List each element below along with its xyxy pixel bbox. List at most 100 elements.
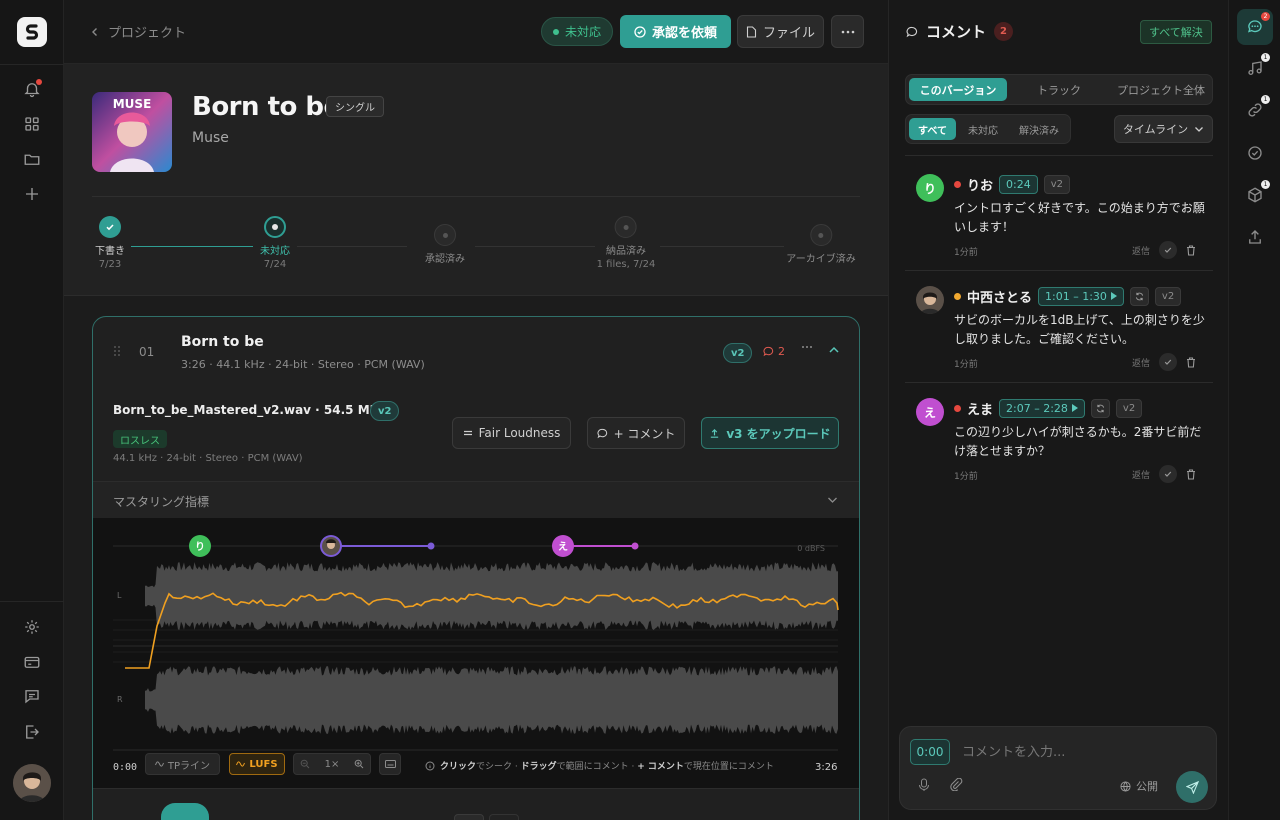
reply-button[interactable]: 返信	[1132, 244, 1150, 257]
hint-drag: ドラッグ	[520, 762, 557, 772]
zoom-control: 1×	[293, 753, 371, 775]
release-artist[interactable]: Muse	[192, 130, 229, 146]
check-rail-icon[interactable]	[1237, 135, 1273, 171]
link-rail-icon[interactable]: 1	[1237, 92, 1273, 128]
settings-icon[interactable]	[20, 615, 44, 639]
folder-icon[interactable]	[20, 147, 44, 171]
rail-badge: 2	[1261, 12, 1270, 21]
workflow-step-draft[interactable]: 下書き 7/23	[95, 216, 125, 270]
comment-marker-ema[interactable]: え	[552, 535, 574, 557]
comment-marker-rio[interactable]: り	[189, 535, 211, 557]
back-to-projects[interactable]: プロジェクト	[90, 22, 186, 41]
lufs-toggle[interactable]: LUFS	[229, 753, 285, 775]
collapse-chevron-icon[interactable]	[828, 345, 840, 355]
refresh-icon[interactable]	[1129, 286, 1149, 306]
track-version-badge[interactable]: v2	[723, 343, 753, 363]
attachment-icon[interactable]	[950, 778, 963, 791]
microphone-icon[interactable]	[918, 778, 930, 792]
billing-icon[interactable]	[20, 650, 44, 674]
range-end-handle[interactable]	[631, 542, 639, 550]
composer-timestamp[interactable]: 0:00	[910, 739, 950, 765]
upload-v3-button[interactable]: v3 をアップロード	[701, 417, 839, 449]
tab-this-version[interactable]: このバージョン	[909, 78, 1007, 101]
workflow-step-delivered[interactable]: 納品済み 1 files, 7/24	[596, 216, 656, 270]
comment-item[interactable]: 中西さとる 1:01 – 1:30 v2 サビのボーカルを1dB上げて、上の刺さ…	[905, 270, 1213, 376]
track-comment-count[interactable]: 2	[763, 345, 785, 358]
control-chip[interactable]	[489, 814, 519, 820]
keyboard-icon[interactable]	[379, 753, 401, 775]
zoom-in-icon[interactable]	[354, 759, 364, 769]
upload-rail-icon[interactable]	[1237, 219, 1273, 255]
file-name: Born_to_be_Mastered_v2.wav · 54.5 MB	[113, 403, 379, 417]
feedback-icon[interactable]	[20, 684, 44, 708]
reply-button[interactable]: 返信	[1132, 356, 1150, 369]
resolve-check-icon[interactable]	[1159, 353, 1178, 371]
file-version-badge: v2	[370, 401, 400, 421]
resolve-check-icon[interactable]	[1159, 465, 1178, 483]
comment-actions: 返信	[1132, 465, 1196, 483]
waveform-svg[interactable]: 0 dBFS L R り え	[93, 518, 860, 788]
request-approval-button[interactable]: 承認を依頼	[620, 15, 732, 48]
more-button[interactable]	[831, 15, 864, 48]
app-logo[interactable]	[17, 17, 47, 47]
user-avatar[interactable]	[13, 764, 51, 802]
trash-icon[interactable]	[1186, 468, 1196, 480]
workflow-step-approved[interactable]: 承認済み	[425, 224, 465, 265]
tab-track[interactable]: トラック	[1010, 78, 1108, 101]
comment-marker-nakanishi[interactable]	[320, 535, 342, 557]
equals-icon	[463, 430, 472, 436]
play-button[interactable]	[161, 803, 209, 820]
fair-loudness-button[interactable]: Fair Loudness	[452, 417, 571, 449]
comment-item[interactable]: え えま 2:07 – 2:28 v2 この辺り少しハイが刺さるかも。2番サビ前…	[905, 382, 1213, 488]
status-badge[interactable]: 未対応	[541, 17, 614, 46]
comment-input[interactable]: コメントを入力...	[962, 741, 1065, 760]
file-button[interactable]: ファイル	[737, 15, 824, 48]
mastering-metrics-toggle[interactable]: マスタリング指標	[93, 481, 859, 518]
logout-icon[interactable]	[20, 720, 44, 744]
file-meta: 44.1 kHz · 24-bit · Stereo · PCM (WAV)	[113, 453, 303, 464]
resolve-all-button[interactable]: すべて解決	[1140, 20, 1212, 44]
workflow-step-archived[interactable]: アーカイブ済み	[786, 224, 856, 265]
step-dot-icon	[810, 224, 832, 246]
track-name: Born to be	[181, 334, 264, 350]
trash-icon[interactable]	[1186, 356, 1196, 368]
channel-left-label: L	[117, 591, 122, 600]
timestamp-pill[interactable]: 0:24	[999, 174, 1038, 194]
trash-icon[interactable]	[1186, 244, 1196, 256]
timestamp-pill[interactable]: 1:01 – 1:30	[1038, 286, 1124, 306]
rail-divider	[0, 64, 64, 65]
metrics-label: マスタリング指標	[113, 495, 210, 509]
package-rail-icon[interactable]: 1	[1237, 177, 1273, 213]
track-header[interactable]: 01 Born to be 3:26 · 44.1 kHz · 24-bit ·…	[93, 317, 859, 387]
notifications-icon[interactable]	[20, 77, 44, 101]
timestamp-pill[interactable]: 2:07 – 2:28	[999, 398, 1085, 418]
release-title: Born to be	[192, 92, 341, 122]
marker-initial: り	[195, 541, 205, 553]
reply-button[interactable]: 返信	[1132, 468, 1150, 481]
add-icon[interactable]	[20, 182, 44, 206]
tp-line-toggle[interactable]: TPライン	[145, 753, 220, 775]
grid-icon[interactable]	[20, 112, 44, 136]
workflow-step-pending[interactable]: 未対応 7/24	[260, 216, 290, 270]
filter-all[interactable]: すべて	[909, 118, 956, 140]
drag-handle-icon[interactable]	[113, 345, 121, 357]
tab-whole-project[interactable]: プロジェクト全体	[1111, 78, 1211, 101]
zoom-out-icon[interactable]	[300, 759, 310, 769]
filter-unresolved[interactable]: 未対応	[958, 118, 1008, 140]
track-more-icon[interactable]	[801, 345, 813, 349]
visibility-select[interactable]: 公開	[1120, 778, 1158, 794]
comment-item[interactable]: り りお 0:24 v2 イントロすごく好きです。この始まり方でお願いします！ …	[905, 158, 1213, 264]
cover-art[interactable]: MUSE	[92, 92, 172, 172]
comments-rail-icon[interactable]: 2	[1237, 9, 1273, 45]
filter-resolved[interactable]: 解決済み	[1010, 118, 1068, 140]
sort-select[interactable]: タイムライン	[1114, 115, 1213, 143]
add-comment-button[interactable]: + コメント	[587, 417, 685, 449]
music-rail-icon[interactable]: 1	[1237, 50, 1273, 86]
range-end-handle[interactable]	[427, 542, 435, 550]
waveform-area[interactable]: 0 dBFS L R り え	[93, 518, 860, 788]
control-chip[interactable]	[454, 814, 484, 820]
resolve-check-icon[interactable]	[1159, 241, 1178, 259]
refresh-icon[interactable]	[1090, 398, 1110, 418]
send-button[interactable]	[1176, 771, 1208, 803]
step-sub: 1 files, 7/24	[596, 259, 656, 270]
